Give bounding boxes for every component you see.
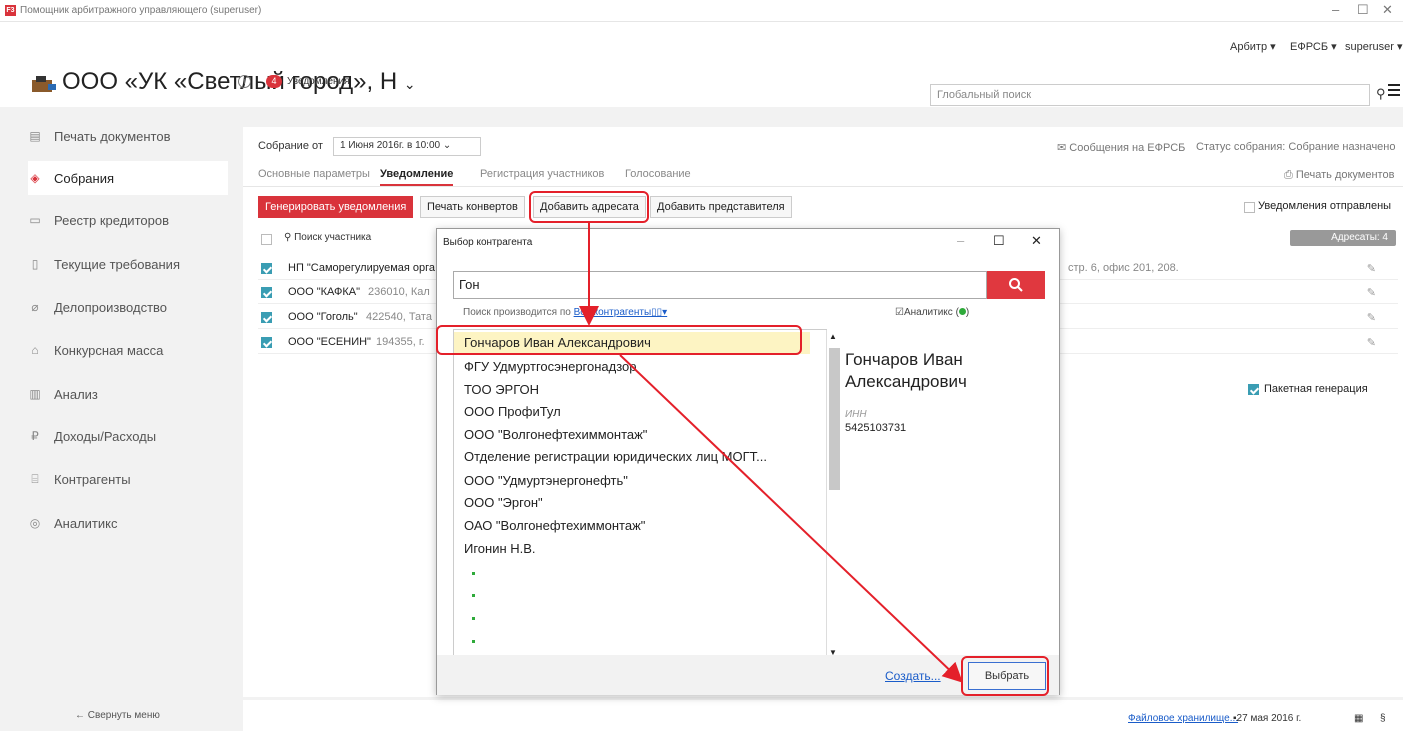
- file-storage-link[interactable]: Файловое хранилище...: [1128, 713, 1238, 724]
- footer-date: ▪27 мая 2016 г.: [1233, 713, 1302, 724]
- annotation-arrows: [579, 223, 963, 683]
- section-link[interactable]: §: [1380, 713, 1386, 724]
- calculator-icon[interactable]: ▦: [1354, 713, 1363, 724]
